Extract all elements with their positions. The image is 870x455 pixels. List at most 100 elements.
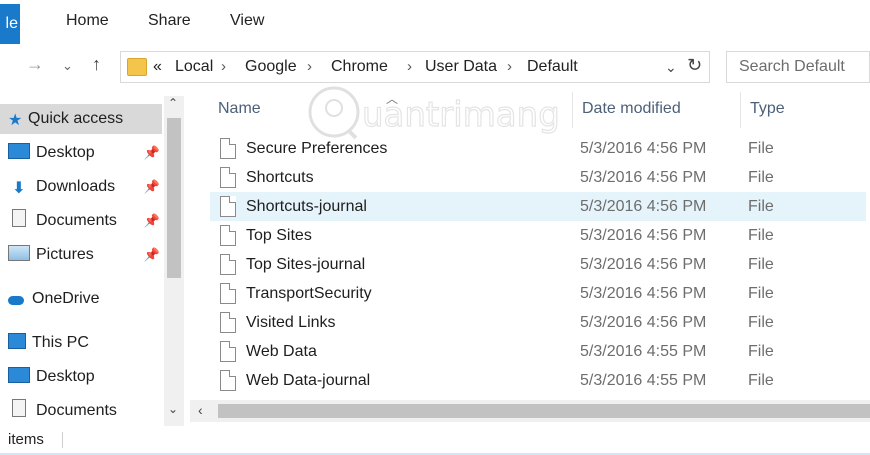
- table-row[interactable]: Shortcuts 5/3/2016 4:56 PM File: [210, 163, 866, 192]
- chevron-up-icon[interactable]: ⌃: [168, 96, 178, 110]
- status-divider: [62, 432, 63, 448]
- nav-item-quick-access[interactable]: ★ Quick access: [0, 104, 162, 134]
- picture-icon: [8, 245, 30, 261]
- file-name: TransportSecurity: [246, 285, 372, 302]
- nav-item-onedrive[interactable]: OneDrive: [8, 284, 162, 314]
- recent-locations-button[interactable]: ⌄: [62, 58, 73, 74]
- arrow-left-icon: →: [26, 54, 44, 74]
- breadcrumb-separator-icon[interactable]: ›: [507, 58, 512, 75]
- file-date: 5/3/2016 4:55 PM: [580, 372, 707, 389]
- chevron-down-icon[interactable]: ⌄: [665, 59, 677, 76]
- column-divider[interactable]: [572, 92, 573, 128]
- file-icon: [220, 167, 236, 188]
- pin-icon[interactable]: 📌: [144, 138, 160, 168]
- file-icon: [220, 283, 236, 304]
- computer-icon: [8, 333, 26, 349]
- file-name: Web Data-journal: [246, 372, 371, 389]
- nav-item-downloads[interactable]: ⬇ Downloads 📌: [8, 172, 162, 202]
- file-name: Web Data: [246, 343, 317, 360]
- up-button[interactable]: ↑: [92, 54, 101, 75]
- breadcrumb-separator-icon[interactable]: ›: [221, 58, 226, 75]
- table-row[interactable]: TransportSecurity 5/3/2016 4:56 PM File: [210, 279, 866, 308]
- breadcrumb-default[interactable]: Default: [527, 58, 578, 76]
- back-button[interactable]: →: [26, 54, 44, 75]
- scrollbar-thumb[interactable]: [218, 404, 870, 418]
- pin-icon[interactable]: 📌: [144, 240, 160, 270]
- file-name: Top Sites-journal: [246, 256, 366, 273]
- file-type: File: [748, 372, 774, 389]
- file-date: 5/3/2016 4:55 PM: [580, 343, 707, 360]
- file-icon: [220, 312, 236, 333]
- nav-item-desktop[interactable]: Desktop: [8, 362, 162, 392]
- column-header-name[interactable]: Name: [218, 100, 261, 118]
- document-icon: [12, 399, 26, 417]
- chevron-down-icon[interactable]: ⌄: [168, 402, 178, 416]
- scrollbar-thumb[interactable]: [167, 118, 181, 278]
- status-bar: items: [0, 426, 870, 455]
- file-date: 5/3/2016 4:56 PM: [580, 198, 707, 215]
- breadcrumb-separator-icon[interactable]: ›: [407, 58, 412, 75]
- tab-view[interactable]: View: [230, 12, 264, 30]
- address-bar[interactable]: « Local › Google › Chrome › User Data › …: [120, 51, 710, 83]
- nav-item-this-pc[interactable]: This PC: [8, 328, 162, 358]
- table-row[interactable]: Secure Preferences 5/3/2016 4:56 PM File: [210, 134, 866, 163]
- nav-item-pictures[interactable]: Pictures 📌: [8, 240, 162, 270]
- nav-item-label: Quick access: [28, 110, 124, 127]
- search-input[interactable]: Search Default: [726, 51, 870, 83]
- download-arrow-icon: ⬇: [12, 180, 26, 197]
- nav-item-documents[interactable]: Documents: [8, 396, 162, 426]
- ribbon: le Home Share View: [0, 0, 870, 44]
- file-tab[interactable]: le: [0, 4, 20, 44]
- table-row[interactable]: Top Sites-journal 5/3/2016 4:56 PM File: [210, 250, 866, 279]
- chevron-left-icon[interactable]: ‹: [198, 402, 203, 418]
- file-name: Top Sites: [246, 227, 312, 244]
- navigation-pane: ★ Quick access Desktop 📌 ⬇ Downloads 📌 Doc…: [0, 96, 186, 426]
- column-header-date-modified[interactable]: Date modified: [582, 100, 681, 118]
- file-icon: [220, 225, 236, 246]
- horizontal-scrollbar[interactable]: ‹: [190, 400, 870, 422]
- file-type: File: [748, 198, 774, 215]
- table-row[interactable]: Web Data-journal 5/3/2016 4:55 PM File: [210, 366, 866, 395]
- file-icon: [220, 138, 236, 159]
- file-type: File: [748, 285, 774, 302]
- tab-share[interactable]: Share: [148, 12, 191, 30]
- file-type: File: [748, 256, 774, 273]
- desktop-icon: [8, 143, 30, 159]
- arrow-up-icon: ↑: [92, 54, 101, 74]
- desktop-icon: [8, 367, 30, 383]
- vertical-scrollbar[interactable]: ⌃ ⌄: [164, 96, 184, 426]
- nav-item-desktop[interactable]: Desktop 📌: [8, 138, 162, 168]
- column-divider[interactable]: [740, 92, 741, 128]
- nav-item-label: Documents: [36, 212, 117, 229]
- table-row[interactable]: Top Sites 5/3/2016 4:56 PM File: [210, 221, 866, 250]
- table-row[interactable]: Shortcuts-journal 5/3/2016 4:56 PM File: [210, 192, 866, 221]
- item-count: items: [8, 431, 44, 448]
- breadcrumb-user-data[interactable]: User Data: [425, 58, 497, 76]
- refresh-icon[interactable]: ↻: [687, 55, 702, 76]
- file-date: 5/3/2016 4:56 PM: [580, 285, 707, 302]
- table-row[interactable]: Web Data 5/3/2016 4:55 PM File: [210, 337, 866, 366]
- file-name: Visited Links: [246, 314, 336, 331]
- breadcrumb-local[interactable]: Local: [175, 58, 213, 76]
- pin-icon[interactable]: 📌: [144, 206, 160, 236]
- folder-icon: [127, 58, 147, 76]
- tab-home[interactable]: Home: [66, 12, 109, 30]
- breadcrumb-google[interactable]: Google: [245, 58, 297, 76]
- cloud-icon: [8, 296, 24, 305]
- file-type: File: [748, 343, 774, 360]
- file-date: 5/3/2016 4:56 PM: [580, 256, 707, 273]
- breadcrumb-chrome[interactable]: Chrome: [331, 58, 388, 76]
- nav-item-label: OneDrive: [32, 290, 100, 307]
- column-header-type[interactable]: Type: [750, 100, 785, 118]
- nav-item-documents[interactable]: Documents 📌: [8, 206, 162, 236]
- file-list: ︿ Name Date modified Type Secure Prefere…: [196, 90, 870, 400]
- breadcrumb-separator-icon[interactable]: ›: [307, 58, 312, 75]
- breadcrumb-overflow[interactable]: «: [153, 58, 162, 76]
- file-type: File: [748, 169, 774, 186]
- file-icon: [220, 196, 236, 217]
- table-row[interactable]: Visited Links 5/3/2016 4:56 PM File: [210, 308, 866, 337]
- pin-icon[interactable]: 📌: [144, 172, 160, 202]
- file-icon: [220, 370, 236, 391]
- file-type: File: [748, 227, 774, 244]
- nav-item-label: Desktop: [36, 368, 95, 385]
